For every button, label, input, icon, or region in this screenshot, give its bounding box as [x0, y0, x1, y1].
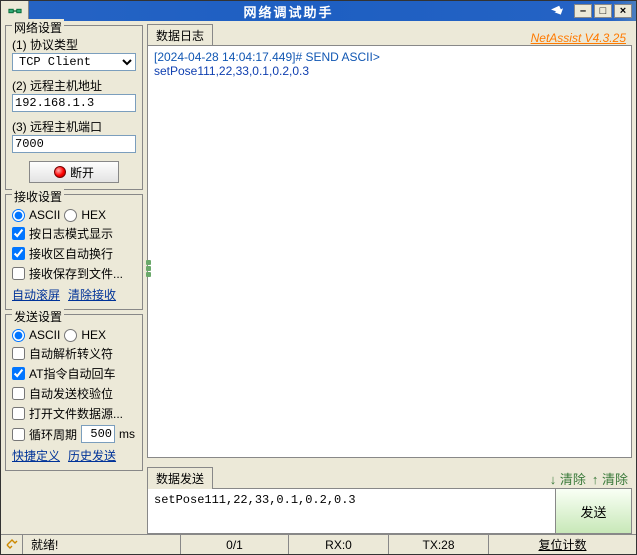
status-tx: TX:28 [389, 535, 489, 554]
shortcut-link[interactable]: 快捷定义 [12, 447, 60, 464]
send-escape-check[interactable]: 自动解析转义符 [12, 345, 113, 362]
protocol-label: (1) 协议类型 [12, 36, 136, 53]
status-icon [1, 535, 23, 554]
send-panel: 数据发送 ↓ 清除 ↑ 清除 setPose111,22,33,0.1,0.2,… [147, 466, 632, 534]
record-icon [54, 166, 66, 178]
history-link[interactable]: 历史发送 [68, 447, 116, 464]
status-rx: RX:0 [289, 535, 389, 554]
send-cycle-check[interactable]: 循环周期 [12, 426, 77, 443]
recv-settings-group: 接收设置 ASCII HEX 按日志模式显示 接收区自动换行 接收保存到文件..… [5, 194, 143, 310]
pin-icon[interactable] [548, 4, 568, 18]
title-bar: 网络调试助手 – □ × [1, 1, 636, 21]
reset-count-link[interactable]: 复位计数 [489, 535, 636, 554]
status-ready: 就绪! [23, 535, 181, 554]
window-controls: – □ × [548, 4, 636, 18]
clear-up-button[interactable]: ↑ 清除 [592, 469, 628, 488]
recv-ascii-radio[interactable]: ASCII [12, 208, 60, 222]
close-button[interactable]: × [614, 4, 632, 18]
hsplitter[interactable] [147, 458, 632, 466]
brand-link[interactable]: NetAssist V4.3.25 [531, 31, 632, 45]
send-at-check[interactable]: AT指令自动回车 [12, 365, 115, 382]
send-ascii-radio[interactable]: ASCII [12, 328, 60, 342]
tab-datasend[interactable]: 数据发送 [147, 467, 213, 489]
group-title: 网络设置 [12, 19, 64, 36]
minimize-button[interactable]: – [574, 4, 592, 18]
app-window: 网络调试助手 – □ × 网络设置 (1) 协议类型 TCP Client (2… [0, 0, 637, 555]
main-body: 网络设置 (1) 协议类型 TCP Client (2) 远程主机地址 (3) … [1, 21, 636, 534]
recv-hex-radio[interactable]: HEX [64, 208, 106, 222]
protocol-select[interactable]: TCP Client [12, 53, 136, 71]
port-label: (3) 远程主机端口 [12, 118, 136, 135]
recv-autowrap-check[interactable]: 接收区自动换行 [12, 245, 113, 262]
send-settings-group: 发送设置 ASCII HEX 自动解析转义符 AT指令自动回车 自动发送校验位 … [5, 314, 143, 471]
log-textarea[interactable]: [2024-04-28 14:04:17.449]# SEND ASCII> s… [147, 45, 632, 458]
app-icon [1, 1, 29, 21]
autoscroll-link[interactable]: 自动滚屏 [12, 286, 60, 303]
log-line: setPose111,22,33,0.1,0.2,0.3 [154, 64, 625, 78]
clear-down-button[interactable]: ↓ 清除 [550, 469, 586, 488]
vsplitter-grip[interactable] [146, 260, 151, 277]
status-bar: 就绪! 0/1 RX:0 TX:28 复位计数 [1, 534, 636, 554]
host-label: (2) 远程主机地址 [12, 77, 136, 94]
log-line: [2024-04-28 14:04:17.449]# SEND ASCII> [154, 50, 625, 64]
right-panel: 数据日志 NetAssist V4.3.25 [2024-04-28 14:04… [147, 25, 632, 534]
tab-datalog[interactable]: 数据日志 [147, 24, 213, 46]
port-input[interactable] [12, 135, 136, 153]
log-tabs: 数据日志 NetAssist V4.3.25 [147, 25, 632, 45]
status-count: 0/1 [181, 535, 289, 554]
send-hex-radio[interactable]: HEX [64, 328, 106, 342]
group-title: 发送设置 [12, 308, 64, 325]
send-input[interactable]: setPose111,22,33,0.1,0.2,0.3 [148, 489, 555, 533]
send-checksum-check[interactable]: 自动发送校验位 [12, 385, 113, 402]
send-button[interactable]: 发送 [555, 489, 631, 533]
host-input[interactable] [12, 94, 136, 112]
window-title: 网络调试助手 [29, 2, 548, 21]
group-title: 接收设置 [12, 188, 64, 205]
left-panel: 网络设置 (1) 协议类型 TCP Client (2) 远程主机地址 (3) … [5, 25, 143, 534]
recv-savefile-check[interactable]: 接收保存到文件... [12, 265, 123, 282]
recv-logmode-check[interactable]: 按日志模式显示 [12, 225, 113, 242]
network-settings-group: 网络设置 (1) 协议类型 TCP Client (2) 远程主机地址 (3) … [5, 25, 143, 190]
send-filesrc-check[interactable]: 打开文件数据源... [12, 405, 123, 422]
clear-recv-link[interactable]: 清除接收 [68, 286, 116, 303]
disconnect-label: 断开 [70, 164, 94, 181]
disconnect-button[interactable]: 断开 [29, 161, 119, 183]
maximize-button[interactable]: □ [594, 4, 612, 18]
ms-label: ms [119, 427, 135, 441]
cycle-input[interactable] [81, 425, 115, 443]
